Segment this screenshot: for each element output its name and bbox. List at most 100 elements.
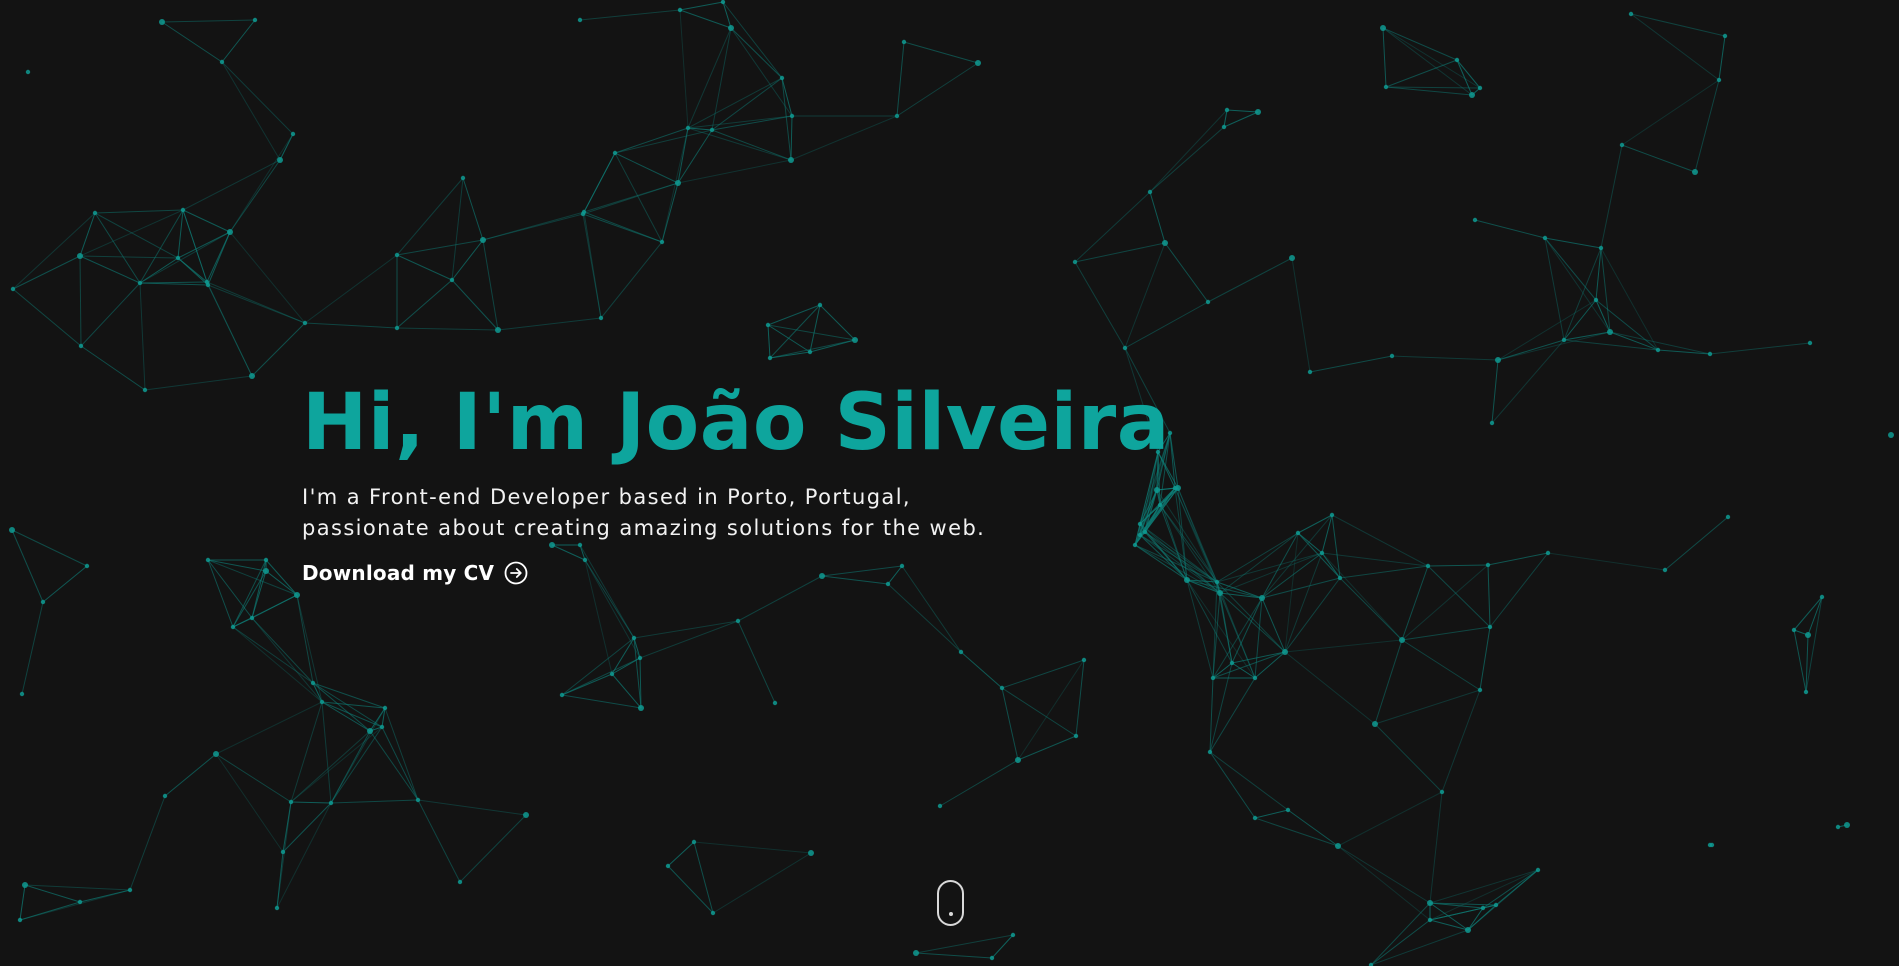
- network-line: [321, 701, 332, 804]
- network-line: [1563, 331, 1611, 341]
- network-line: [232, 559, 267, 628]
- network-node: [638, 705, 644, 711]
- network-line: [1664, 516, 1729, 571]
- network-line: [396, 239, 484, 256]
- network-line: [1382, 27, 1458, 61]
- network-line: [1297, 532, 1341, 579]
- network-line: [1017, 659, 1085, 761]
- network-node: [1619, 142, 1625, 148]
- network-line: [1600, 247, 1611, 333]
- network-node: [1807, 340, 1813, 346]
- network-line: [712, 852, 812, 914]
- network-line: [11, 529, 44, 603]
- network-line: [896, 41, 905, 117]
- network-line: [417, 799, 527, 816]
- network-line: [1284, 639, 1403, 653]
- network-line: [790, 115, 793, 161]
- network-line: [79, 209, 184, 257]
- network-line: [251, 617, 323, 703]
- network-line: [1544, 237, 1602, 249]
- arrow-right-circle-icon: [504, 561, 528, 585]
- network-line: [1805, 596, 1823, 693]
- network-node: [1662, 567, 1668, 573]
- network-node: [1383, 84, 1389, 90]
- network-line: [633, 620, 739, 639]
- network-node: [213, 751, 219, 757]
- network-node: [677, 7, 683, 13]
- network-line: [769, 339, 856, 359]
- network-line: [276, 851, 284, 909]
- network-line: [1074, 191, 1151, 263]
- network-line: [679, 1, 724, 11]
- network-node: [1255, 109, 1261, 115]
- network-line: [1209, 677, 1256, 753]
- network-node: [1835, 824, 1841, 830]
- network-line: [417, 799, 461, 883]
- network-line: [1497, 331, 1611, 361]
- network-node: [735, 618, 741, 624]
- network-node: [1205, 299, 1211, 305]
- network-node: [612, 150, 618, 156]
- network-node: [274, 905, 280, 911]
- network-line: [1544, 237, 1597, 301]
- network-line: [1456, 59, 1481, 89]
- network-line: [1207, 257, 1293, 303]
- network-line: [265, 559, 298, 596]
- network-node: [1380, 25, 1386, 31]
- network-line: [611, 637, 635, 675]
- network-line: [215, 753, 292, 803]
- network-line: [79, 255, 82, 347]
- network-line: [1374, 639, 1403, 725]
- network-node: [1489, 420, 1495, 426]
- network-line: [321, 701, 383, 728]
- network-node: [817, 302, 823, 308]
- network-line: [1291, 257, 1311, 373]
- mouse-scroll-dot: [949, 912, 953, 916]
- network-line: [711, 129, 792, 161]
- network-line: [1497, 339, 1565, 361]
- network-line: [221, 19, 256, 63]
- network-line: [1429, 791, 1443, 904]
- mouse-scroll-icon[interactable]: [937, 880, 964, 926]
- download-cv-link[interactable]: Download my CV: [302, 561, 528, 585]
- network-node: [1282, 649, 1288, 655]
- network-node: [92, 210, 98, 216]
- network-line: [1374, 723, 1443, 793]
- network-node: [1598, 245, 1604, 251]
- network-node: [1542, 235, 1548, 241]
- network-line: [94, 209, 184, 214]
- network-node: [175, 255, 181, 261]
- network-line: [1429, 907, 1484, 921]
- network-line: [182, 159, 281, 211]
- network-line: [667, 841, 695, 867]
- network-line: [11, 529, 88, 567]
- network-line: [1261, 597, 1286, 653]
- network-line: [960, 651, 1003, 689]
- network-line: [290, 730, 371, 803]
- network-node: [1469, 92, 1475, 98]
- network-line: [1718, 35, 1726, 81]
- network-node: [1329, 512, 1335, 518]
- network-line: [1370, 919, 1431, 966]
- network-line: [1209, 751, 1289, 811]
- network-node: [1487, 624, 1493, 630]
- network-line: [1223, 111, 1259, 128]
- network-line: [229, 159, 281, 233]
- network-line: [896, 62, 979, 117]
- network-node: [1545, 550, 1551, 556]
- network-line: [497, 317, 602, 331]
- network-line: [1017, 735, 1077, 761]
- network-node: [1844, 822, 1850, 828]
- network-node: [1439, 789, 1445, 795]
- network-line: [679, 9, 732, 29]
- network-node: [1472, 217, 1478, 223]
- network-line: [221, 61, 294, 135]
- network-node: [1692, 169, 1698, 175]
- network-node: [1493, 902, 1499, 908]
- network-line: [1621, 144, 1696, 173]
- network-line: [1495, 869, 1539, 906]
- network-line: [304, 322, 398, 329]
- network-line: [561, 694, 642, 709]
- network-line: [1124, 242, 1166, 349]
- network-node: [772, 700, 778, 706]
